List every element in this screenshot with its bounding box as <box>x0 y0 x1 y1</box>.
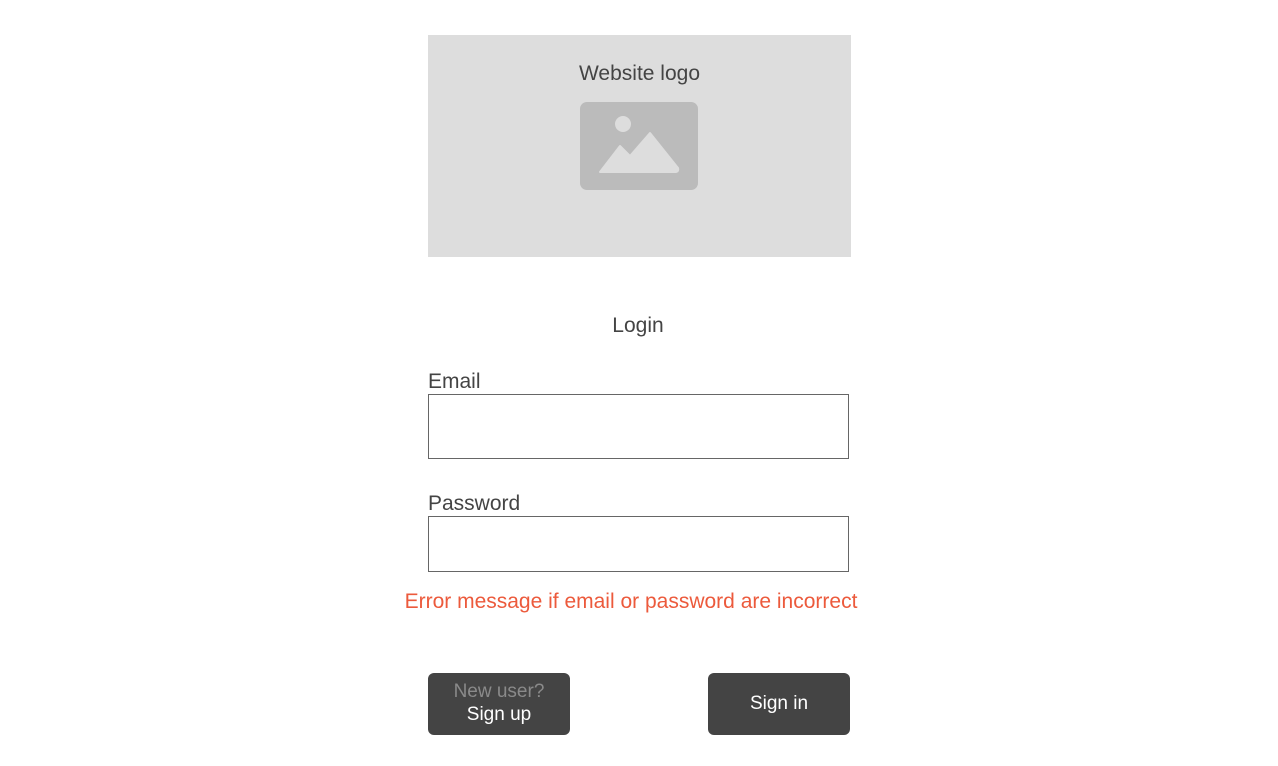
logo-label: Website logo <box>578 62 701 85</box>
sign-in-button[interactable]: Sign in <box>708 673 850 735</box>
login-page: Website logo Login Email Password Error … <box>0 0 1278 766</box>
email-input[interactable] <box>428 394 849 459</box>
sign-in-label: Sign in <box>749 693 809 714</box>
password-input[interactable] <box>428 516 849 572</box>
sign-up-label: Sign up <box>466 704 532 725</box>
email-label: Email <box>428 370 481 393</box>
image-placeholder-icon <box>580 102 698 190</box>
error-message: Error message if email or password are i… <box>404 590 858 613</box>
website-logo-placeholder: Website logo <box>428 35 851 257</box>
sign-up-button[interactable]: New user? Sign up <box>428 673 570 735</box>
password-label: Password <box>428 492 521 515</box>
login-title: Login <box>612 314 664 337</box>
new-user-hint: New user? <box>453 681 545 702</box>
